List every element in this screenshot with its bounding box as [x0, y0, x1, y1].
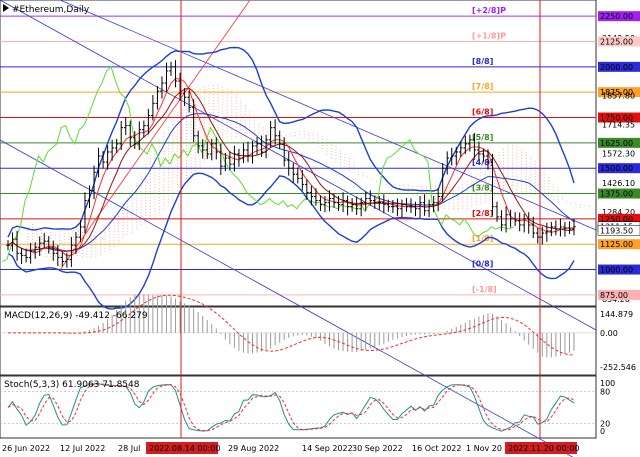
time-highlight-text: 2022.08.14 00:00 [149, 444, 220, 453]
price-tag-text: 875.00 [600, 291, 628, 300]
time-highlight-text: 2022.11.20 00:00 [508, 444, 579, 453]
price-tick: 1857.80 [602, 92, 635, 101]
time-label: 26 Jun 2022 [2, 444, 50, 453]
stoch-tick: 80 [600, 388, 610, 397]
price-tick: 1572.30 [602, 150, 635, 159]
macd-label: MACD(12,26,9) -49.412 -66.279 [4, 311, 148, 321]
price-tag-text: 1125.00 [600, 240, 633, 249]
price-tick: 1426.10 [602, 179, 635, 188]
time-label: 16 Oct 2022 [412, 444, 461, 453]
price-tag-text: 1375.00 [600, 190, 633, 199]
price-tag-text: 1625.00 [600, 139, 633, 148]
time-label: 1 Nov 20 [466, 444, 502, 453]
price-axis: 2250.002142.502125.002000.001875.001857.… [597, 11, 640, 436]
price-tag-text: 1500.00 [600, 164, 633, 173]
macd-tick: -252.546 [600, 363, 636, 372]
price-tag-text: 1193.50 [600, 226, 633, 235]
price-tag-text: 1000.00 [600, 266, 633, 275]
window-title: #Ethereum,Daily [3, 4, 90, 15]
price-tag-text: 2125.00 [600, 38, 633, 47]
macd-tick: 0.00 [600, 329, 618, 338]
chart-title: #Ethereum,Daily [12, 5, 90, 15]
stoch-tick: 0 [600, 427, 605, 436]
trading-chart[interactable]: [+2/8]P[+1/8]P[8/8][7/8][6/8][5/8][4/8][… [0, 0, 640, 457]
murrey-label: [8/8] [472, 57, 493, 66]
murrey-label: [+1/8]P [472, 32, 506, 41]
murrey-label: [7/8] [472, 82, 493, 91]
time-label: 29 Aug 2022 [228, 444, 279, 453]
time-label: 30 Sep 2022 [352, 444, 403, 453]
time-label: 12 Jul 2022 [60, 444, 105, 453]
time-label: 14 Sep 2022 [302, 444, 353, 453]
murrey-label: [5/8] [472, 133, 493, 142]
price-tag-text: 2000.00 [600, 63, 633, 72]
price-tag-text: 2250.00 [600, 12, 633, 21]
stoch-label: Stoch(5,3,3) 61.9063 71.8548 [4, 380, 140, 390]
time-axis: 26 Jun 2022 12 Jul 2022 28 Jul 29 Aug 2022 1… [2, 442, 579, 454]
price-tick: 1714.35 [602, 121, 635, 130]
murrey-label: [+2/8]P [472, 6, 506, 15]
murrey-label: [-1/8] [472, 285, 497, 294]
time-label: 28 Jul [118, 444, 140, 453]
murrey-label: [2/8] [472, 209, 493, 218]
macd-tick: 144.879 [600, 310, 633, 319]
